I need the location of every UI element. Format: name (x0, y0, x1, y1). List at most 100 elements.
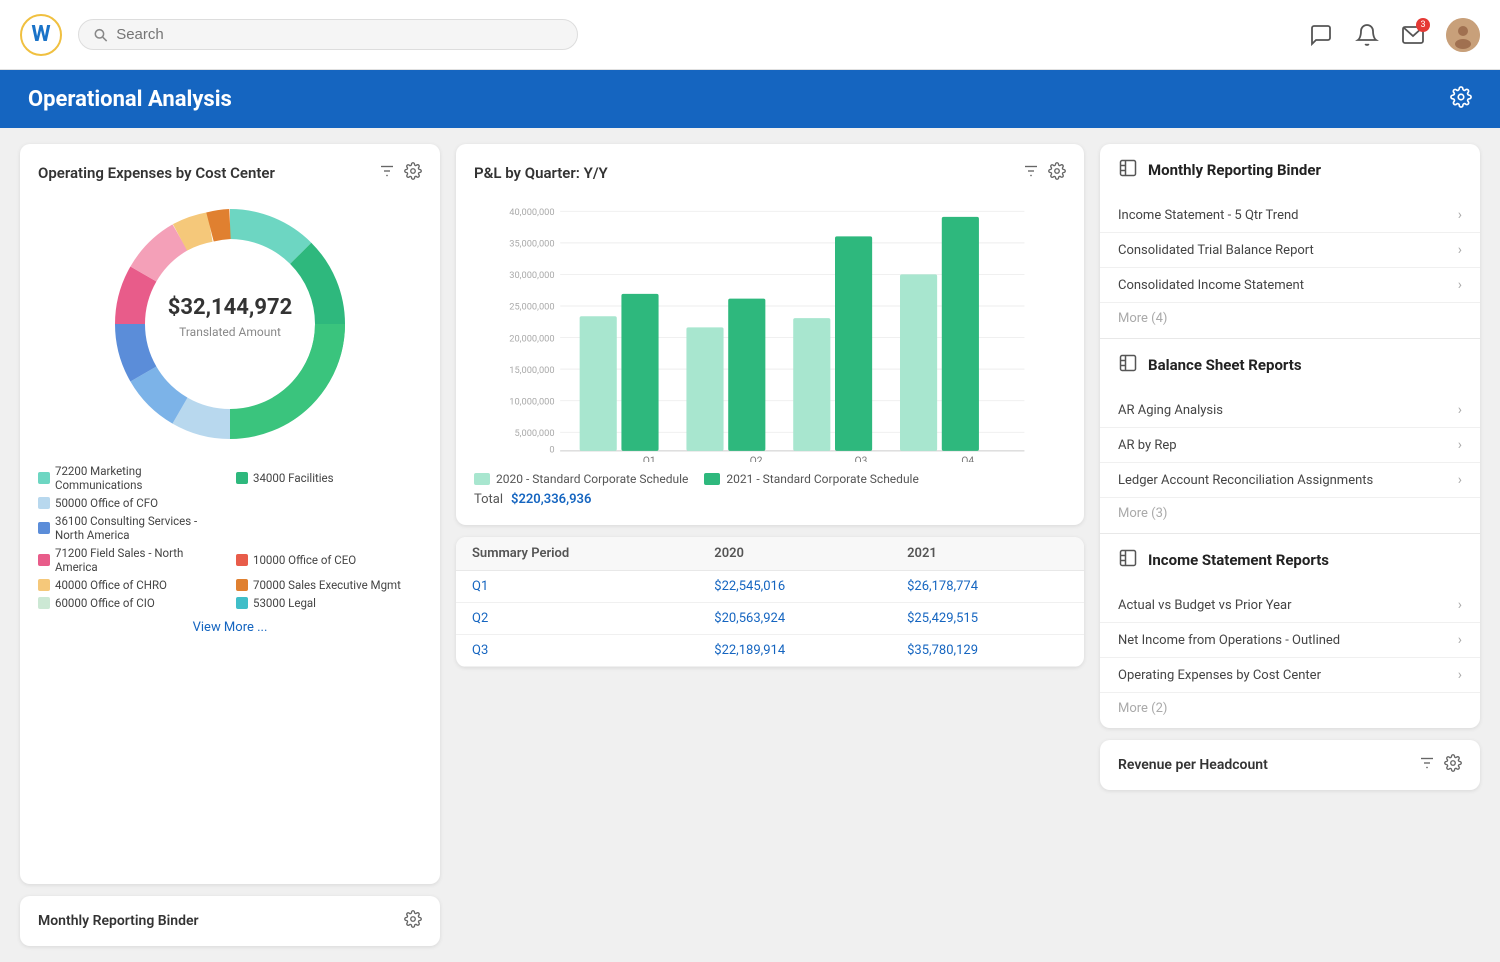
legend-item: 40000 Office of CHRO (38, 578, 224, 592)
top-navigation: W 3 (0, 0, 1500, 70)
chevron-right-icon: › (1458, 402, 1462, 418)
val-2020-q2: $20,563,924 (698, 603, 891, 635)
donut-legend: 72200 Marketing Communications 34000 Fac… (38, 464, 422, 610)
revenue-title: Revenue per Headcount (1118, 757, 1268, 773)
svg-text:$32,144,972: $32,144,972 (168, 295, 292, 320)
chevron-right-icon: › (1458, 437, 1462, 453)
monthly-binder-section: Monthly Reporting Binder (1100, 144, 1480, 198)
more-income-stmt[interactable]: More (2) (1100, 693, 1480, 728)
more-balance-sheet[interactable]: More (3) (1100, 498, 1480, 533)
svg-text:Q4: Q4 (961, 456, 974, 462)
svg-text:25,000,000: 25,000,000 (509, 302, 554, 313)
legend-item: 36100 Consulting Services - North Americ… (38, 514, 224, 542)
notification-badge: 3 (1416, 18, 1430, 32)
income-stmt-section: Income Statement Reports (1100, 534, 1480, 588)
search-icon (93, 27, 108, 43)
legend-item (236, 496, 422, 510)
legend-item: 50000 Office of CFO (38, 496, 224, 510)
donut-chart-container: $32,144,972 Translated Amount (38, 194, 422, 454)
page-title: Operational Analysis (28, 87, 232, 112)
chevron-right-icon: › (1458, 472, 1462, 488)
svg-text:10,000,000: 10,000,000 (509, 396, 554, 407)
legend-item: 53000 Legal (236, 596, 422, 610)
table-row: Q1 $22,545,016 $26,178,774 (456, 571, 1084, 603)
monthly-binder-title: Monthly Reporting Binder (1148, 161, 1321, 179)
chat-icon[interactable] (1308, 22, 1334, 48)
donut-card-title: Operating Expenses by Cost Center (38, 164, 275, 182)
user-avatar[interactable] (1446, 18, 1480, 52)
report-item-ar-aging[interactable]: AR Aging Analysis › (1100, 393, 1480, 428)
table-row: Q3 $22,189,914 $35,780,129 (456, 635, 1084, 667)
legend-item: 10000 Office of CEO (236, 546, 422, 574)
report-item-trial-balance[interactable]: Consolidated Trial Balance Report › (1100, 233, 1480, 268)
gear-icon[interactable] (404, 162, 422, 184)
inbox-icon[interactable]: 3 (1400, 22, 1426, 48)
report-item-opex-cost[interactable]: Operating Expenses by Cost Center › (1100, 658, 1480, 693)
chevron-right-icon: › (1458, 277, 1462, 293)
summary-table-card: Summary Period 2020 2021 Q1 $22,545,016 … (456, 537, 1084, 667)
legend-2021: 2021 - Standard Corporate Schedule (704, 472, 918, 486)
report-item-consol-income[interactable]: Consolidated Income Statement › (1100, 268, 1480, 303)
legend-item (236, 514, 422, 542)
period-q1[interactable]: Q1 (456, 571, 698, 603)
income-stmt-title: Income Statement Reports (1148, 551, 1329, 569)
svg-text:Q1: Q1 (643, 456, 656, 462)
report-item-income-stmt[interactable]: Income Statement - 5 Qtr Trend › (1100, 198, 1480, 233)
report-item-ar-rep[interactable]: AR by Rep › (1100, 428, 1480, 463)
income-stmt-icon (1118, 548, 1138, 572)
chevron-right-icon: › (1458, 242, 1462, 258)
monthly-binder-small-card: Monthly Reporting Binder (20, 896, 440, 946)
legend-item: 70000 Sales Executive Mgmt (236, 578, 422, 592)
svg-text:0: 0 (549, 445, 554, 456)
period-q3[interactable]: Q3 (456, 635, 698, 667)
search-bar[interactable] (78, 19, 578, 50)
left-panel: Operating Expenses by Cost Center (20, 144, 440, 946)
logo: W (20, 14, 62, 56)
svg-text:Q3: Q3 (855, 456, 868, 462)
bar-legend: 2020 - Standard Corporate Schedule 2021 … (474, 472, 1066, 486)
donut-svg: $32,144,972 Translated Amount (100, 194, 360, 454)
filter-icon-bar[interactable] (1022, 162, 1040, 184)
legend-item: 72200 Marketing Communications (38, 464, 224, 492)
bar-chart-svg: 40,000,000 35,000,000 30,000,000 25,000,… (474, 202, 1066, 462)
svg-text:5,000,000: 5,000,000 (514, 428, 554, 439)
gear-icon-bar[interactable] (1048, 162, 1066, 184)
svg-text:15,000,000: 15,000,000 (509, 365, 554, 376)
val-2021-q1: $26,178,774 (891, 571, 1084, 603)
view-more-link[interactable]: View More ... (38, 620, 422, 635)
gear-icon-revenue[interactable] (1444, 754, 1462, 776)
balance-sheet-icon (1118, 353, 1138, 377)
legend-item: 60000 Office of CIO (38, 596, 224, 610)
balance-sheet-title: Balance Sheet Reports (1148, 356, 1302, 374)
more-monthly[interactable]: More (4) (1100, 303, 1480, 338)
reports-card: Monthly Reporting Binder Income Statemen… (1100, 144, 1480, 728)
report-item-net-income[interactable]: Net Income from Operations - Outlined › (1100, 623, 1480, 658)
binder-icon (1118, 158, 1138, 182)
bar-chart-card: P&L by Quarter: Y/Y 40,000,000 35,000,00… (456, 144, 1084, 525)
total-row: Total $220,336,936 (474, 492, 1066, 507)
middle-panel: P&L by Quarter: Y/Y 40,000,000 35,000,00… (456, 144, 1084, 946)
right-panel: Monthly Reporting Binder Income Statemen… (1100, 144, 1480, 946)
chevron-right-icon: › (1458, 207, 1462, 223)
period-q2[interactable]: Q2 (456, 603, 698, 635)
donut-chart-card: Operating Expenses by Cost Center (20, 144, 440, 884)
notification-icon[interactable] (1354, 22, 1380, 48)
search-input[interactable] (116, 26, 563, 43)
chevron-right-icon: › (1458, 667, 1462, 683)
monthly-binder-small-title: Monthly Reporting Binder (38, 913, 199, 929)
main-content: Operating Expenses by Cost Center (0, 128, 1500, 962)
balance-sheet-section: Balance Sheet Reports (1100, 339, 1480, 393)
settings-icon[interactable] (1450, 86, 1472, 112)
svg-text:20,000,000: 20,000,000 (509, 333, 554, 344)
chevron-right-icon: › (1458, 632, 1462, 648)
report-item-ledger-reconcil[interactable]: Ledger Account Reconciliation Assignment… (1100, 463, 1480, 498)
legend-item: 71200 Field Sales - North America (38, 546, 224, 574)
page-header: Operational Analysis (0, 70, 1500, 128)
gear-icon-small[interactable] (404, 910, 422, 932)
filter-icon-revenue[interactable] (1418, 754, 1436, 776)
filter-icon[interactable] (378, 162, 396, 184)
report-item-actual-budget[interactable]: Actual vs Budget vs Prior Year › (1100, 588, 1480, 623)
col-2020: 2020 (698, 537, 891, 571)
bar-chart-title: P&L by Quarter: Y/Y (474, 164, 608, 182)
legend-item: 34000 Facilities (236, 464, 422, 492)
